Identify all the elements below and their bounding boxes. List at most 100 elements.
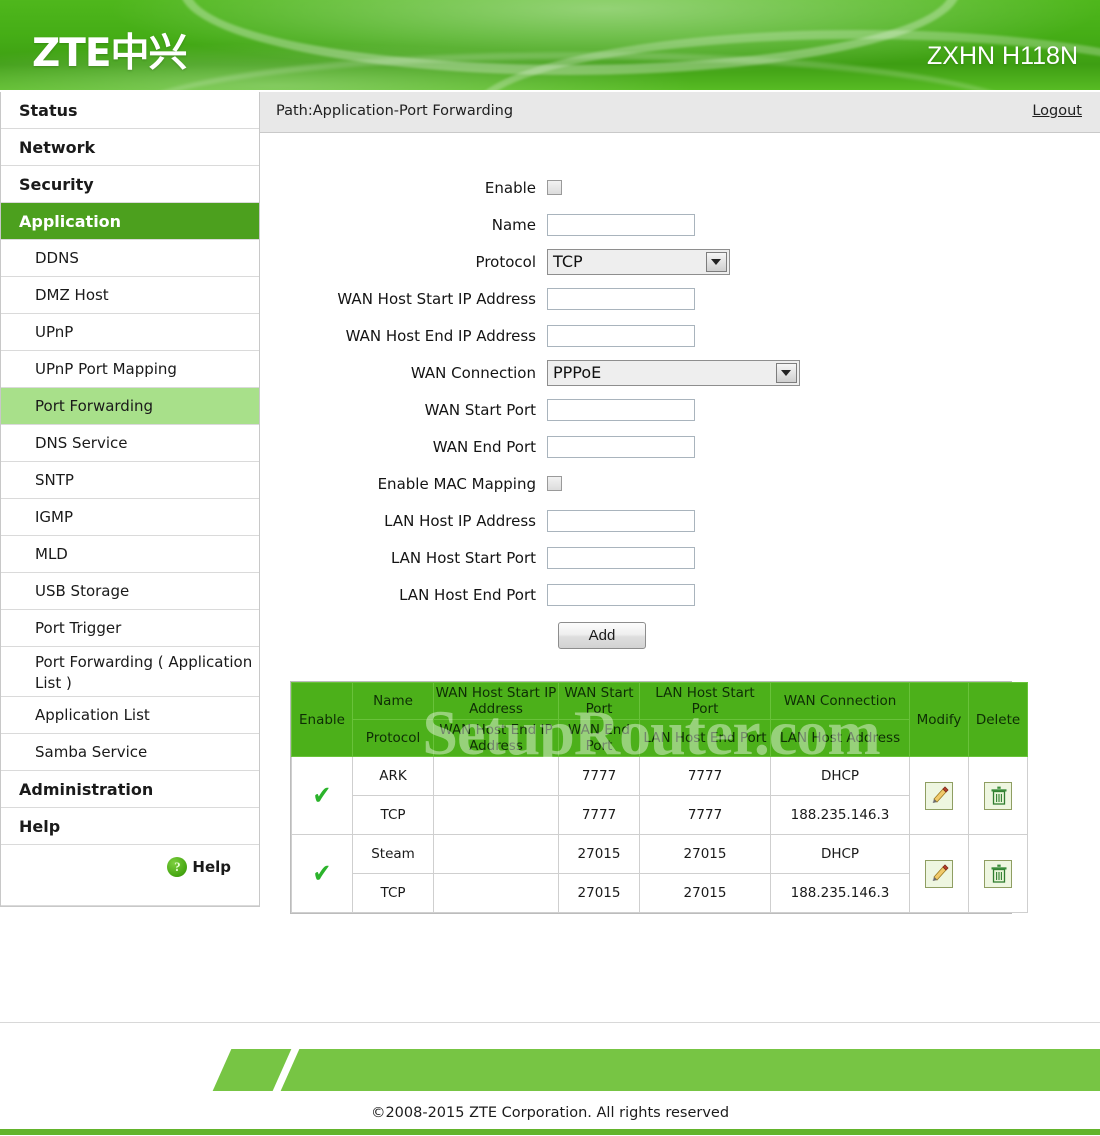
trash-icon[interactable] bbox=[984, 781, 1012, 810]
cell-name: Steam bbox=[352, 834, 434, 874]
wan-connection-label: WAN Connection bbox=[410, 363, 536, 382]
form-row-enable: Enable bbox=[260, 169, 1100, 206]
sidebar-item-usb-storage[interactable]: USB Storage bbox=[1, 573, 259, 610]
form-row-enable-mac-mapping: Enable MAC Mapping bbox=[260, 465, 1100, 502]
col-header-2: WAN Host Start IP Address bbox=[433, 682, 559, 720]
sidebar-item-dns-service[interactable]: DNS Service bbox=[1, 425, 259, 462]
wan-host-end-ip-input[interactable] bbox=[547, 324, 695, 347]
help-label: Help bbox=[192, 858, 231, 876]
wan-end-port-input[interactable] bbox=[547, 435, 695, 458]
enable-mac-mapping-checkbox[interactable] bbox=[547, 476, 562, 491]
col-header-1: Name bbox=[352, 682, 434, 720]
port-forwarding-table: Enable Name WAN Host Start IP Address WAN S… bbox=[291, 682, 1028, 913]
cell-wan-connection: DHCP bbox=[770, 756, 910, 796]
wan-start-port-input[interactable] bbox=[547, 398, 695, 421]
logout-link[interactable]: Logout bbox=[1032, 103, 1082, 119]
cell-wan-end-port: 7777 bbox=[558, 795, 640, 835]
enable-checkbox[interactable] bbox=[547, 180, 562, 195]
sidebar-item-igmp[interactable]: IGMP bbox=[1, 499, 259, 536]
cell-name: ARK bbox=[352, 756, 434, 796]
sidebar-help-area: ? Help bbox=[1, 845, 259, 906]
form-row-wan-connection: WAN Connection PPPoE bbox=[260, 354, 1100, 391]
copyright-text: ©2008-2015 ZTE Corporation. All rights r… bbox=[370, 1105, 730, 1121]
cell-lan-host-start-port: 7777 bbox=[639, 756, 771, 796]
wan-start-port-label: WAN Start Port bbox=[424, 400, 536, 419]
cell-wan-host-end-ip bbox=[433, 873, 559, 913]
name-input[interactable] bbox=[547, 213, 695, 236]
row-enable-check: ✔ bbox=[291, 756, 353, 835]
sidebar-item-upnp[interactable]: UPnP bbox=[1, 314, 259, 351]
wan-end-port-label: WAN End Port bbox=[432, 437, 536, 456]
lan-host-end-port-input[interactable] bbox=[547, 583, 695, 606]
col-header-5: WAN Connection bbox=[770, 682, 910, 720]
protocol-select[interactable]: TCP bbox=[547, 248, 730, 275]
sidebar-item-samba-service[interactable]: Samba Service bbox=[1, 734, 259, 771]
form-row-wan-host-end-ip: WAN Host End IP Address bbox=[260, 317, 1100, 354]
chevron-down-icon[interactable] bbox=[776, 362, 797, 383]
form-row-lan-host-ip: LAN Host IP Address bbox=[260, 502, 1100, 539]
protocol-label: Protocol bbox=[475, 252, 536, 271]
form-row-wan-host-start-ip: WAN Host Start IP Address bbox=[260, 280, 1100, 317]
port-forwarding-form: Enable Name Protocol TCP WAN Host Start … bbox=[260, 133, 1100, 649]
page-header: ZTE中兴 ZXHN H118N bbox=[0, 0, 1100, 90]
cell-wan-connection: DHCP bbox=[770, 834, 910, 874]
pencil-icon[interactable] bbox=[925, 781, 953, 810]
trash-icon[interactable] bbox=[984, 859, 1012, 888]
delete-cell bbox=[968, 834, 1028, 913]
cell-lan-host-end-port: 27015 bbox=[639, 873, 771, 913]
chevron-down-icon[interactable] bbox=[706, 251, 727, 272]
lan-host-start-port-input[interactable] bbox=[547, 546, 695, 569]
wan-connection-selected-value: PPPoE bbox=[553, 362, 602, 382]
sidebar-item-status[interactable]: Status bbox=[1, 92, 259, 129]
add-button[interactable]: Add bbox=[558, 622, 646, 649]
enable-label: Enable bbox=[484, 178, 536, 197]
col-header-3: WAN Start Port bbox=[558, 682, 640, 720]
cell-lan-host-end-port: 7777 bbox=[639, 795, 771, 835]
path-bar: Path:Application-Port Forwarding Logout bbox=[260, 92, 1100, 133]
question-mark-icon: ? bbox=[167, 857, 188, 877]
table-header-row-1: Enable Name WAN Host Start IP Address WAN S… bbox=[291, 682, 1028, 757]
help-button[interactable]: ? Help bbox=[167, 857, 231, 877]
sidebar-item-administration[interactable]: Administration bbox=[1, 771, 259, 808]
sidebar-item-mld[interactable]: MLD bbox=[1, 536, 259, 573]
lan-host-start-port-label: LAN Host Start Port bbox=[390, 548, 536, 567]
wan-connection-select[interactable]: PPPoE bbox=[547, 359, 800, 386]
sidebar-item-dmz-host[interactable]: DMZ Host bbox=[1, 277, 259, 314]
sidebar-item-application[interactable]: Application bbox=[1, 203, 259, 240]
col-subheader-0: Protocol bbox=[352, 719, 434, 757]
sidebar-item-ddns[interactable]: DDNS bbox=[1, 240, 259, 277]
form-row-wan-end-port: WAN End Port bbox=[260, 428, 1100, 465]
main-content: Path:Application-Port Forwarding Logout … bbox=[260, 92, 1100, 1022]
cell-protocol: TCP bbox=[352, 795, 434, 835]
sidebar-item-upnp-port-mapping[interactable]: UPnP Port Mapping bbox=[1, 351, 259, 388]
cell-wan-start-port: 7777 bbox=[558, 756, 640, 796]
sidebar-item-sntp[interactable]: SNTP bbox=[1, 462, 259, 499]
breadcrumb: Path:Application-Port Forwarding bbox=[276, 103, 514, 119]
sidebar-item-application-list[interactable]: Application List bbox=[1, 697, 259, 734]
pencil-icon[interactable] bbox=[925, 859, 953, 888]
wan-host-start-ip-input[interactable] bbox=[547, 287, 695, 310]
bottom-accent-strip bbox=[0, 1129, 1100, 1135]
zte-logo: ZTE中兴 bbox=[32, 31, 188, 76]
lan-host-ip-input[interactable] bbox=[547, 509, 695, 532]
form-row-protocol: Protocol TCP bbox=[260, 243, 1100, 280]
cell-wan-host-start-ip bbox=[433, 834, 559, 874]
sidebar-item-port-trigger[interactable]: Port Trigger bbox=[1, 610, 259, 647]
modify-cell bbox=[909, 756, 969, 835]
wan-host-start-ip-label: WAN Host Start IP Address bbox=[337, 289, 536, 308]
protocol-selected-value: TCP bbox=[553, 251, 583, 271]
footer-stripe-large bbox=[280, 1049, 1100, 1091]
wan-host-end-ip-label: WAN Host End IP Address bbox=[345, 326, 536, 345]
sidebar-item-port-forwarding-application-list[interactable]: Port Forwarding ( Application List ) bbox=[1, 647, 259, 697]
sidebar-item-network[interactable]: Network bbox=[1, 129, 259, 166]
sidebar-item-help[interactable]: Help bbox=[1, 808, 259, 845]
cell-lan-host-address: 188.235.146.3 bbox=[770, 795, 910, 835]
form-row-lan-host-end-port: LAN Host End Port bbox=[260, 576, 1100, 613]
col-subheader-2: WAN End Port bbox=[558, 719, 640, 757]
cell-wan-end-port: 27015 bbox=[558, 873, 640, 913]
sidebar-item-security[interactable]: Security bbox=[1, 166, 259, 203]
col-subheader-3: LAN Host End Port bbox=[639, 719, 771, 757]
footer-stripe-small bbox=[212, 1049, 292, 1091]
col-header-delete: Delete bbox=[968, 682, 1028, 757]
sidebar-item-port-forwarding[interactable]: Port Forwarding bbox=[1, 388, 259, 425]
